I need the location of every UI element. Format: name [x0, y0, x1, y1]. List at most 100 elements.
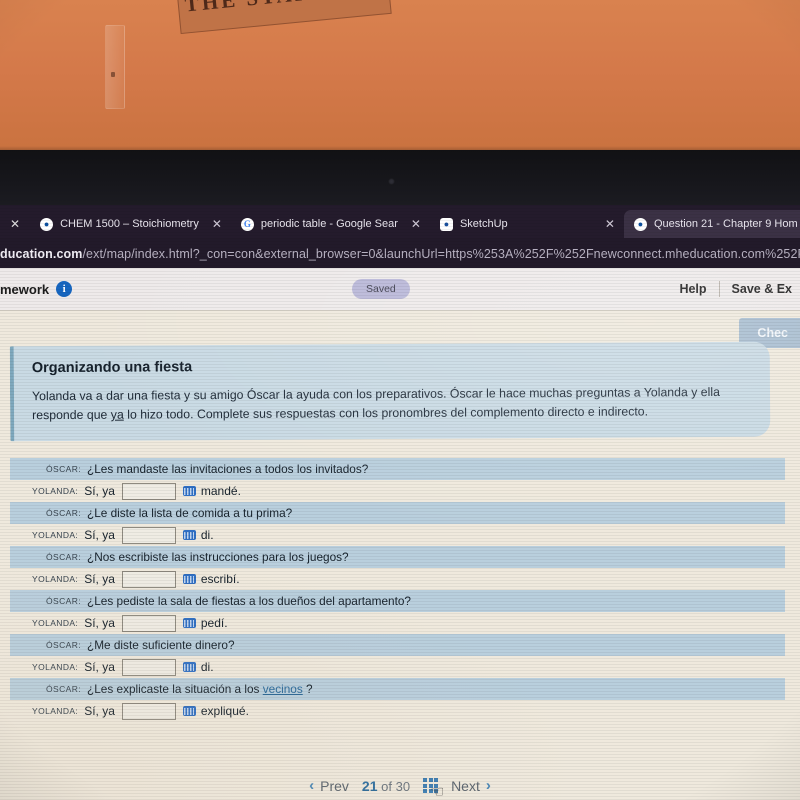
speaker-label: Yolanda:	[32, 574, 79, 584]
tab-title: CHEM 1500 – Stoichiometry	[60, 218, 199, 230]
answer-input[interactable]	[121, 614, 176, 632]
answer-input[interactable]	[121, 702, 176, 720]
qa-pair: Óscar: ¿Me diste suficiente dinero? Yoland…	[10, 634, 785, 678]
next-button[interactable]: Next ›	[451, 777, 491, 794]
speaker-label: Yolanda:	[32, 662, 79, 672]
help-button[interactable]: Help	[667, 282, 718, 296]
browser-chrome: ✕ ● CHEM 1500 – Stoichiometry ✕ G period…	[0, 205, 800, 270]
question-text-main: ¿Nos escribiste las instrucciones para l…	[87, 550, 349, 564]
close-icon[interactable]: ✕	[212, 217, 222, 231]
answer-text: Sí, ya di.	[84, 658, 214, 676]
answer-row: Yolanda: Sí, ya di.	[10, 524, 785, 546]
app-header: mework i Saved Help Save & Ex	[0, 268, 800, 310]
qa-pair: Óscar: ¿Les explicaste la situación a los…	[10, 678, 785, 722]
answer-input[interactable]	[121, 570, 176, 588]
answer-suffix: mandé.	[200, 484, 241, 498]
url-domain: ducation.com	[0, 247, 83, 261]
chevron-right-icon: ›	[485, 777, 491, 794]
connect-icon: ●	[40, 217, 54, 231]
wall-poster-text: THE STAR	[184, 0, 389, 17]
keyboard-icon[interactable]	[182, 486, 196, 496]
header-actions: Help Save & Ex	[667, 268, 800, 310]
browser-tab-sketchup[interactable]: ● SketchUp ✕	[430, 210, 624, 238]
question-text: ¿Le diste la lista de comida a tu prima?	[87, 506, 292, 520]
keyboard-icon[interactable]	[182, 706, 196, 716]
instruction-link-ya[interactable]: ya	[111, 408, 124, 422]
question-text-main: ¿Les mandaste las invitaciones a todos l…	[87, 462, 369, 476]
answer-prefix: Sí, ya	[84, 704, 115, 718]
browser-tab-chem1500[interactable]: ● CHEM 1500 – Stoichiometry ✕	[30, 210, 231, 238]
qa-pair: Óscar: ¿Les pediste la sala de fiestas a …	[10, 590, 785, 634]
qa-pair: Óscar: ¿Le diste la lista de comida a tu …	[10, 502, 785, 546]
info-icon[interactable]: i	[56, 281, 73, 297]
keyboard-icon[interactable]	[182, 574, 196, 584]
answer-row: Yolanda: Sí, ya pedí.	[10, 612, 785, 634]
keyboard-icon[interactable]	[182, 530, 196, 540]
window-close-icon[interactable]: ✕	[0, 210, 30, 238]
speaker-label: Yolanda:	[32, 706, 79, 716]
question-text: ¿Me diste suficiente dinero?	[87, 638, 235, 652]
answer-prefix: Sí, ya	[84, 616, 115, 630]
answer-prefix: Sí, ya	[84, 660, 115, 674]
speaker-label: Óscar:	[46, 552, 81, 562]
connect-icon: ●	[633, 217, 647, 231]
speaker-label: Óscar:	[46, 508, 81, 518]
question-row: Óscar: ¿Nos escribiste las instrucciones …	[10, 546, 785, 568]
url-path: /ext/map/index.html?_con=con&external_br…	[82, 247, 800, 261]
question-row: Óscar: ¿Les explicaste la situación a los…	[10, 678, 785, 700]
answer-input[interactable]	[121, 482, 176, 500]
tab-title: SketchUp	[459, 218, 508, 230]
wall-light-switch	[105, 25, 125, 109]
speaker-label: Óscar:	[46, 640, 81, 650]
answer-input[interactable]	[121, 526, 176, 544]
speaker-label: Óscar:	[46, 596, 81, 606]
sketchup-icon: ●	[439, 217, 453, 231]
answer-prefix: Sí, ya	[84, 528, 115, 542]
browser-tab-periodic-table[interactable]: G periodic table - Google Sear ✕	[231, 210, 430, 238]
keyboard-icon[interactable]	[182, 662, 196, 672]
question-text-tail: ?	[302, 682, 313, 696]
instruction-text-2: lo hizo todo. Complete sus respuestas co…	[123, 404, 649, 422]
question-answer-list: Óscar: ¿Les mandaste las invitaciones a t…	[10, 458, 785, 722]
answer-text: Sí, ya mandé.	[84, 482, 241, 500]
question-row: Óscar: ¿Les pediste la sala de fiestas a …	[10, 590, 785, 612]
speaker-label: Yolanda:	[32, 530, 79, 540]
current-page: 21	[361, 777, 378, 794]
total-pages: 30	[395, 778, 411, 794]
prev-label: Prev	[320, 777, 349, 794]
url-text: ducation.com/ext/map/index.html?_con=con…	[0, 247, 800, 261]
status-badge: Saved	[352, 279, 410, 299]
answer-row: Yolanda: Sí, ya escribí.	[10, 568, 785, 590]
answer-row: Yolanda: Sí, ya di.	[10, 656, 785, 678]
laptop-bezel	[0, 150, 800, 212]
close-icon[interactable]: ✕	[605, 217, 615, 231]
webcam-icon	[388, 178, 395, 185]
question-text-main: ¿Les pediste la sala de fiestas a los du…	[87, 594, 411, 608]
answer-input[interactable]	[121, 658, 176, 676]
question-row: Óscar: ¿Les mandaste las invitaciones a t…	[10, 458, 785, 480]
question-text: ¿Nos escribiste las instrucciones para l…	[87, 550, 349, 564]
instruction-body: Yolanda va a dar una fiesta y su amigo Ó…	[32, 383, 752, 425]
next-label: Next	[451, 777, 480, 794]
answer-suffix: di.	[200, 528, 214, 542]
question-text-main: ¿Le diste la lista de comida a tu prima?	[87, 506, 293, 520]
question-link[interactable]: vecinos	[263, 682, 303, 696]
prev-button[interactable]: ‹ Prev	[309, 777, 349, 794]
instruction-title: Organizando una fiesta	[31, 359, 193, 377]
page-indicator: 21 of 30	[362, 778, 410, 794]
instruction-panel: Organizando una fiesta Yolanda va a dar …	[9, 341, 771, 442]
speaker-label: Yolanda:	[32, 618, 79, 628]
close-icon[interactable]: ✕	[411, 217, 421, 231]
answer-suffix: expliqué.	[200, 704, 249, 718]
answer-suffix: di.	[200, 660, 214, 674]
save-and-exit-button[interactable]: Save & Ex	[720, 282, 800, 296]
speaker-label: Óscar:	[46, 464, 81, 474]
answer-prefix: Sí, ya	[84, 572, 115, 586]
browser-address-bar[interactable]: ducation.com/ext/map/index.html?_con=con…	[0, 238, 800, 270]
browser-tab-question-21[interactable]: ● Question 21 - Chapter 9 Hom ✕	[623, 210, 800, 238]
keyboard-icon[interactable]	[182, 618, 196, 628]
google-icon: G	[240, 217, 254, 231]
answer-text: Sí, ya pedí.	[84, 614, 228, 632]
browser-tabstrip: ✕ ● CHEM 1500 – Stoichiometry ✕ G period…	[0, 205, 800, 238]
question-text-main: ¿Les explicaste la situación a los	[87, 682, 263, 696]
